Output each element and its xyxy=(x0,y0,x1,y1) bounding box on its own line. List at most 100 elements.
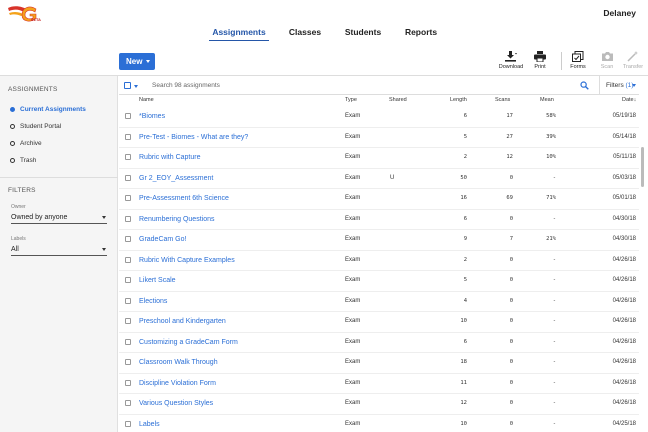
table-row[interactable]: Renumbering Questions Exam 6 0 - 04/30/18 xyxy=(119,210,639,230)
assignment-mean: - xyxy=(552,420,556,427)
print-button[interactable]: Print xyxy=(524,51,556,73)
labels-select[interactable]: All xyxy=(11,244,107,256)
row-checkbox[interactable] xyxy=(125,297,131,304)
assignment-name-link[interactable]: *Biomes xyxy=(139,112,165,121)
assignment-scans: 0 xyxy=(509,256,513,263)
scrollbar-thumb[interactable] xyxy=(641,147,644,187)
table-row[interactable]: Discipline Violation Form Exam 11 0 - 04/26/1… xyxy=(119,374,639,394)
column-header-type[interactable]: Type xyxy=(345,97,357,106)
download-button[interactable]: Download xyxy=(495,51,527,73)
assignment-name-link[interactable]: Discipline Violation Form xyxy=(139,379,216,388)
filters-button[interactable]: Filters (1) xyxy=(599,76,639,95)
assignment-date: 04/26/18 xyxy=(612,318,636,324)
assignment-name-link[interactable]: Rubric With Capture Examples xyxy=(139,256,235,265)
row-checkbox[interactable] xyxy=(125,154,131,160)
row-checkbox[interactable] xyxy=(125,379,131,386)
assignment-name-link[interactable]: Customizing a GradeCam Form xyxy=(139,338,238,347)
table-row[interactable]: Labels Exam 10 0 - 04/25/18 xyxy=(119,415,639,432)
table-row[interactable]: Preschool and Kindergarten Exam 10 0 - 04/26/… xyxy=(119,312,639,333)
table-row[interactable]: Classroom Walk Through Exam 18 0 - 04/26/18 xyxy=(119,353,639,374)
gradecam-logo[interactable]: BETA xyxy=(6,4,41,24)
sidebar-item-current-assignments[interactable]: Current Assignments xyxy=(10,104,86,116)
search-input[interactable] xyxy=(152,79,572,92)
tab-students[interactable]: Students xyxy=(342,27,384,41)
assignment-length: 9 xyxy=(463,236,467,242)
tab-assignments[interactable]: Assignments xyxy=(209,27,269,41)
assignment-type: Exam xyxy=(345,133,361,140)
table-row[interactable]: Elections Exam 4 0 - 04/26/18 xyxy=(119,292,639,312)
table-row[interactable]: Various Question Styles Exam 12 0 - 04/26/18 xyxy=(119,394,639,415)
select-menu-caret-icon[interactable] xyxy=(134,84,138,88)
table-row[interactable]: GradeCam Go! Exam 9 7 21% 04/30/18 xyxy=(119,230,639,251)
assignment-scans: 0 xyxy=(509,174,513,181)
new-button[interactable]: New xyxy=(119,53,155,70)
row-checkbox[interactable] xyxy=(125,174,131,181)
row-checkbox[interactable] xyxy=(125,215,131,222)
assignment-name-link[interactable]: Rubric with Capture xyxy=(139,153,200,162)
row-checkbox[interactable] xyxy=(125,318,131,324)
row-checkbox[interactable] xyxy=(125,338,131,345)
row-checkbox[interactable] xyxy=(125,195,131,201)
assignment-mean: - xyxy=(552,338,556,345)
column-header-scans[interactable]: Scans xyxy=(495,97,510,106)
assignment-name-link[interactable]: Labels xyxy=(139,420,160,429)
user-menu[interactable]: Delaney xyxy=(603,8,636,18)
sidebar-item-archive[interactable]: Archive xyxy=(10,138,42,150)
row-checkbox[interactable] xyxy=(125,133,131,140)
tab-classes[interactable]: Classes xyxy=(286,27,324,41)
assignment-scans: 0 xyxy=(509,338,513,345)
owner-select[interactable]: Owned by anyone xyxy=(11,212,107,224)
search-icon[interactable] xyxy=(580,81,589,90)
assignment-name-link[interactable]: Pre-Test - Biomes - What are they? xyxy=(139,133,248,142)
sidebar-item-trash[interactable]: Trash xyxy=(10,155,36,167)
row-checkbox[interactable] xyxy=(125,277,131,283)
table-row[interactable]: Rubric With Capture Examples Exam 2 0 - 04/26… xyxy=(119,251,639,271)
column-header-mean[interactable]: Mean xyxy=(540,97,554,106)
scrollbar[interactable] xyxy=(641,95,646,432)
select-all-checkbox[interactable] xyxy=(124,82,131,89)
row-checkbox[interactable] xyxy=(125,400,131,406)
assignment-name-link[interactable]: Elections xyxy=(139,297,167,306)
print-label: Print xyxy=(534,64,546,70)
row-checkbox[interactable] xyxy=(125,256,131,263)
table-row[interactable]: Pre-Assessment 6th Science Exam 16 69 71% 05/… xyxy=(119,189,639,210)
column-header-date[interactable]: Date↓ xyxy=(622,97,636,106)
assignment-name-link[interactable]: Likert Scale xyxy=(139,276,176,285)
assignment-date: 04/25/18 xyxy=(612,420,636,427)
row-checkbox[interactable] xyxy=(125,236,131,242)
column-header-date-label: Date xyxy=(622,97,634,103)
assignment-date: 05/11/18 xyxy=(613,154,636,160)
tab-reports[interactable]: Reports xyxy=(403,27,439,41)
assignment-name-link[interactable]: Various Question Styles xyxy=(139,399,213,408)
row-checkbox[interactable] xyxy=(125,420,131,427)
table-row[interactable]: Likert Scale Exam 5 0 - 04/26/18 xyxy=(119,271,639,292)
table-row[interactable]: Pre-Test - Biomes - What are they? Exam 5 2… xyxy=(119,128,639,148)
download-label: Download xyxy=(498,64,524,70)
assignment-mean: - xyxy=(552,256,556,263)
assignment-name-link[interactable]: Preschool and Kindergarten xyxy=(139,317,226,326)
table-row[interactable]: Rubric with Capture Exam 2 12 10% 05/11/18 xyxy=(119,148,639,169)
table-row[interactable]: Gr 2_EOY_Assessment Exam U 50 0 - 05/03/18 xyxy=(119,169,639,189)
assignment-length: 12 xyxy=(460,400,467,406)
forms-button[interactable]: Forms xyxy=(562,51,594,73)
column-header-length[interactable]: Length xyxy=(450,97,467,106)
row-checkbox[interactable] xyxy=(125,113,131,119)
assignment-name-link[interactable]: Classroom Walk Through xyxy=(139,358,218,367)
assignment-name-link[interactable]: Renumbering Questions xyxy=(139,215,215,224)
assignment-scans: 0 xyxy=(509,277,513,283)
assignment-name-link[interactable]: Pre-Assessment 6th Science xyxy=(139,194,229,203)
assignment-mean: - xyxy=(552,379,556,386)
camera-icon xyxy=(601,52,613,61)
table-row[interactable]: Customizing a GradeCam Form Exam 6 0 - 04/26/… xyxy=(119,333,639,353)
transfer-button[interactable]: Transfer xyxy=(619,51,647,73)
assignment-date: 04/30/18 xyxy=(612,215,636,222)
column-header-shared[interactable]: Shared xyxy=(389,97,407,106)
sidebar-assignments-title: ASSIGNMENTS xyxy=(8,86,58,93)
radio-selected-icon xyxy=(10,106,15,112)
table-row[interactable]: *Biomes Exam 6 17 58% 05/19/18 xyxy=(119,107,639,128)
assignment-name-link[interactable]: Gr 2_EOY_Assessment xyxy=(139,174,213,183)
sidebar-item-student-portal[interactable]: Student Portal xyxy=(10,121,61,133)
row-checkbox[interactable] xyxy=(125,359,131,365)
assignment-name-link[interactable]: GradeCam Go! xyxy=(139,235,186,244)
column-header-name[interactable]: Name xyxy=(139,97,154,106)
